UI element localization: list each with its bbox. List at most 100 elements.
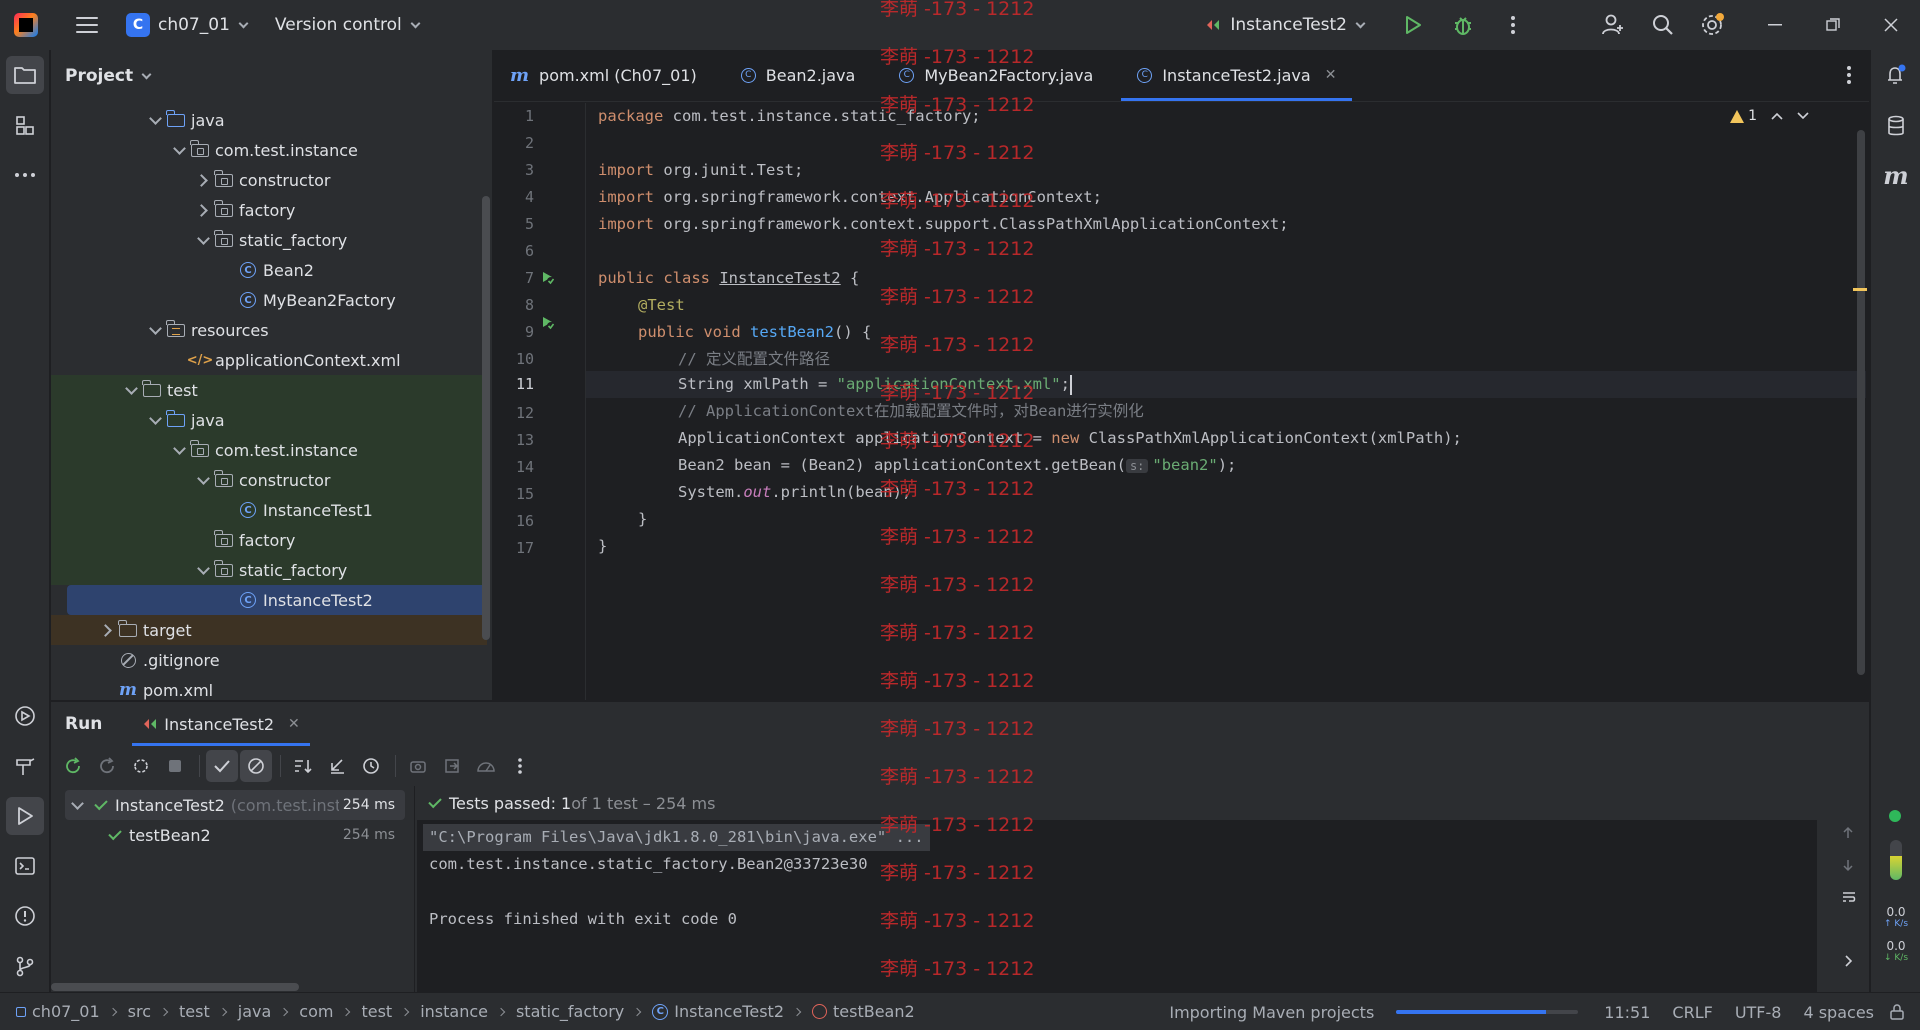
breadcrumb-item[interactable]: ch07_01	[16, 1002, 100, 1021]
terminal-tool-button[interactable]	[6, 847, 44, 885]
project-panel-header[interactable]: Project	[51, 50, 492, 102]
settings-button[interactable]	[1688, 0, 1738, 50]
tree-item[interactable]: .gitignore	[51, 645, 487, 675]
chevron-down-icon[interactable]	[69, 797, 85, 813]
tree-item[interactable]: C Bean2	[51, 255, 487, 285]
git-tool-button[interactable]	[6, 947, 44, 985]
test-tree-scrollbar[interactable]	[51, 983, 299, 991]
more-actions-button[interactable]	[1488, 0, 1538, 50]
arrow-down-icon[interactable]	[1841, 858, 1855, 872]
maven-tool-button[interactable]: m	[1877, 156, 1915, 194]
problems-tool-button[interactable]	[6, 897, 44, 935]
test-suite-row[interactable]: InstanceTest2 (com.test.inst 254 ms	[65, 790, 405, 820]
editor-scrollbar[interactable]	[1857, 130, 1865, 675]
minimize-button[interactable]	[1746, 0, 1804, 50]
tree-item[interactable]: C InstanceTest2	[67, 585, 487, 615]
tree-item[interactable]: java	[51, 405, 487, 435]
chevron-down-icon[interactable]	[171, 142, 187, 158]
tree-item[interactable]: resources	[51, 315, 487, 345]
soft-wrap-icon[interactable]	[1841, 890, 1857, 904]
tree-item[interactable]: com.test.instance	[51, 435, 487, 465]
warning-scroll-marker[interactable]	[1853, 288, 1867, 291]
close-tab-icon[interactable]: ✕	[1325, 67, 1337, 83]
project-scrollbar[interactable]	[482, 196, 490, 640]
tree-item[interactable]: C MyBean2Factory	[51, 285, 487, 315]
tree-item[interactable]: target	[51, 615, 487, 645]
test-history-button[interactable]	[355, 750, 387, 782]
build-tool-button[interactable]	[6, 747, 44, 785]
stop-button[interactable]	[159, 750, 191, 782]
chevron-down-icon[interactable]	[147, 322, 163, 338]
tab-actions-button[interactable]	[1847, 66, 1851, 84]
run-console[interactable]: Tests passed: 1 of 1 test – 254 ms "C:\P…	[417, 786, 1817, 993]
coverage-button[interactable]	[470, 750, 502, 782]
run-test-gutter-icon[interactable]	[540, 270, 556, 286]
rerun-failed-button[interactable]	[91, 750, 123, 782]
chevron-down-icon[interactable]	[123, 382, 139, 398]
tree-item[interactable]: factory	[51, 525, 487, 555]
sort-button[interactable]	[287, 750, 319, 782]
tree-item[interactable]: java	[51, 105, 487, 135]
toggle-auto-test-button[interactable]	[125, 750, 157, 782]
run-tool-button[interactable]	[6, 797, 44, 835]
tree-item[interactable]: constructor	[51, 465, 487, 495]
screenshot-button[interactable]	[402, 750, 434, 782]
breadcrumb-item[interactable]: C InstanceTest2	[652, 1002, 784, 1021]
breadcrumb-item[interactable]: testBean2	[812, 1002, 915, 1021]
tab-instancetest2-java[interactable]: C InstanceTest2.java ✕	[1121, 49, 1353, 101]
chevron-up-icon[interactable]	[1771, 112, 1783, 120]
chevron-down-icon[interactable]	[147, 412, 163, 428]
tree-item[interactable]: C InstanceTest1	[51, 495, 487, 525]
chevron-down-icon[interactable]	[171, 442, 187, 458]
more-run-actions-button[interactable]	[504, 750, 536, 782]
show-ignored-toggle[interactable]	[240, 750, 272, 782]
debug-button[interactable]	[1438, 0, 1488, 50]
lock-icon[interactable]	[1888, 1003, 1906, 1021]
tree-item[interactable]: test	[51, 375, 487, 405]
breadcrumb-item[interactable]: com	[299, 1002, 333, 1021]
tree-item[interactable]: factory	[51, 195, 487, 225]
close-tab-icon[interactable]: ✕	[288, 716, 300, 732]
code-with-me-button[interactable]	[1588, 0, 1638, 50]
notifications-button[interactable]	[1877, 56, 1915, 94]
tab-pom-xml[interactable]: m pom.xml (Ch07_01)	[494, 49, 713, 101]
tab-bean2-java[interactable]: C Bean2.java	[725, 49, 872, 101]
export-button[interactable]	[436, 750, 468, 782]
background-task-label[interactable]: Importing Maven projects	[1169, 1003, 1374, 1022]
chevron-down-icon[interactable]	[195, 232, 211, 248]
chevron-right-icon[interactable]	[195, 202, 211, 218]
breadcrumb-item[interactable]: static_factory	[516, 1002, 624, 1021]
caret-position[interactable]: 11:51	[1604, 1003, 1650, 1022]
tree-item[interactable]: static_factory	[51, 555, 487, 585]
structure-tool-button[interactable]	[6, 107, 44, 145]
chevron-down-icon[interactable]	[195, 562, 211, 578]
main-menu-icon[interactable]	[76, 17, 98, 33]
version-control-menu[interactable]: Version control	[275, 15, 421, 35]
database-tool-button[interactable]	[1877, 107, 1915, 145]
tree-item[interactable]: static_factory	[51, 225, 487, 255]
tree-item[interactable]: com.test.instance	[51, 135, 487, 165]
services-tool-button[interactable]	[6, 697, 44, 735]
breadcrumb-item[interactable]: src	[128, 1002, 151, 1021]
chevron-down-icon[interactable]	[147, 112, 163, 128]
project-switcher[interactable]: ch07_01	[158, 15, 249, 35]
breadcrumb-item[interactable]: test	[179, 1002, 210, 1021]
more-tools-button[interactable]	[6, 156, 44, 194]
tree-item[interactable]: </> applicationContext.xml	[51, 345, 487, 375]
run-test-gutter-icon[interactable]	[540, 315, 556, 331]
breadcrumb-item[interactable]: java	[238, 1002, 272, 1021]
arrow-up-icon[interactable]	[1841, 826, 1855, 840]
close-window-button[interactable]	[1862, 0, 1920, 50]
line-separator[interactable]: CRLF	[1672, 1003, 1712, 1022]
show-passed-toggle[interactable]	[206, 750, 238, 782]
project-tool-button[interactable]	[6, 56, 44, 94]
restore-button[interactable]	[1804, 0, 1862, 50]
rerun-button[interactable]	[57, 750, 89, 782]
chevron-down-icon[interactable]	[195, 472, 211, 488]
run-configuration-selector[interactable]: InstanceTest2	[1204, 15, 1366, 35]
chevron-down-icon[interactable]	[1797, 112, 1809, 120]
code-editor[interactable]: package com.test.instance.static_factory…	[585, 103, 1866, 700]
breadcrumb-item[interactable]: instance	[420, 1002, 488, 1021]
run-tab-instancetest2[interactable]: InstanceTest2 ✕	[132, 702, 311, 746]
tree-item[interactable]: constructor	[51, 165, 487, 195]
